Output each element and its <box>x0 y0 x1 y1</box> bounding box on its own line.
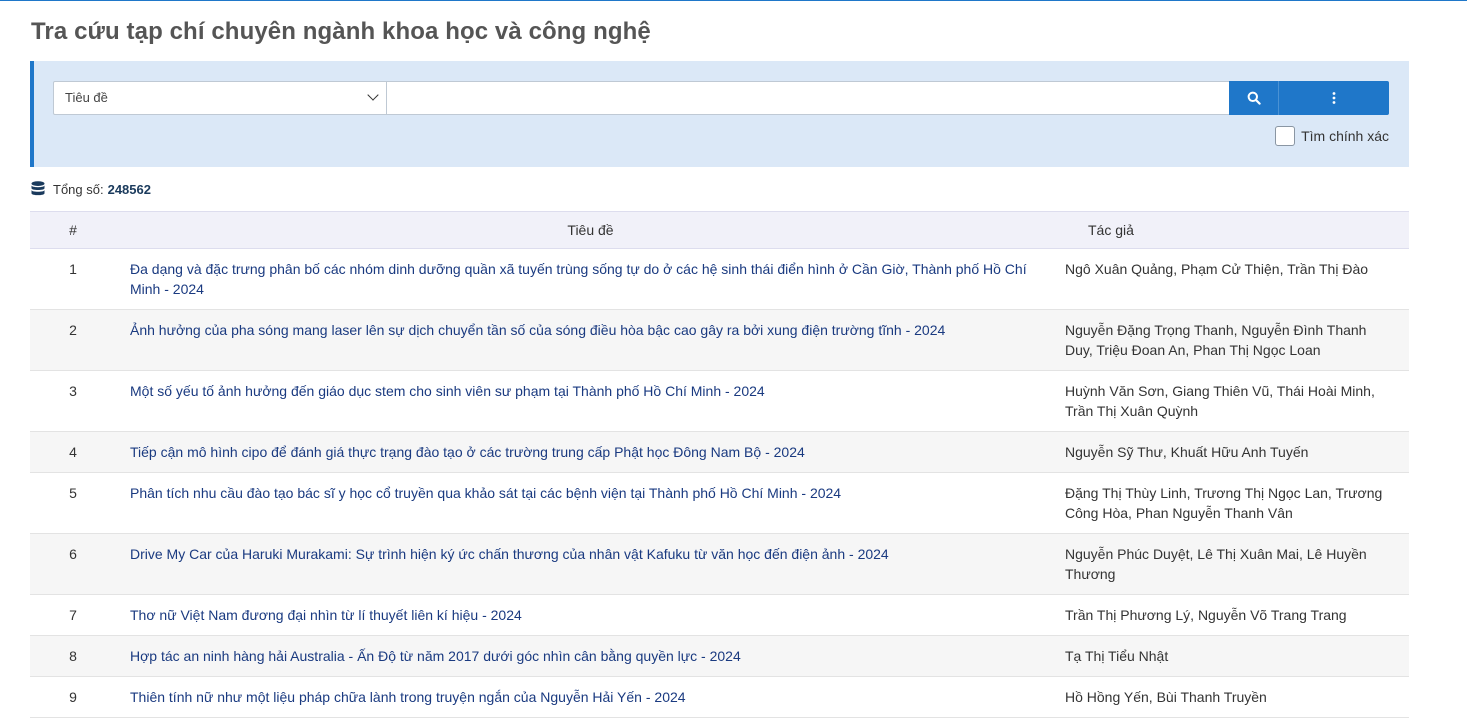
total-count-value: 248562 <box>107 181 151 197</box>
search-panel: Tiêu đề Tìm chính xác <box>30 61 1409 167</box>
search-field-select[interactable]: Tiêu đề <box>53 81 387 115</box>
table-row: 4 Tiếp cận mô hình cipo để đánh giá thực… <box>30 431 1409 473</box>
article-title-link[interactable]: Hợp tác an ninh hàng hải Australia - Ấn … <box>130 648 741 664</box>
row-authors: Nguyễn Sỹ Thư, Khuất Hữu Anh Tuyến <box>1065 431 1409 473</box>
search-input[interactable] <box>386 81 1230 115</box>
table-row: 2 Ảnh hưởng của pha sóng mang laser lên … <box>30 309 1409 371</box>
vertical-ellipsis-icon <box>1332 92 1336 104</box>
table-header-row: # Tiêu đề Tác giả <box>30 211 1409 249</box>
row-number: 6 <box>30 533 116 595</box>
row-number: 1 <box>30 248 116 310</box>
row-number: 5 <box>30 472 116 534</box>
page-title: Tra cứu tạp chí chuyên ngành khoa học và… <box>31 18 651 45</box>
row-authors: Trần Thị Phương Lý, Nguyễn Võ Trang Tran… <box>1065 594 1409 636</box>
exact-search-toggle[interactable]: Tìm chính xác <box>1275 125 1389 147</box>
row-number: 9 <box>30 676 116 718</box>
row-number: 3 <box>30 370 116 432</box>
results-table: # Tiêu đề Tác giả 1 Đa dạng và đặc trưng… <box>30 211 1409 718</box>
table-row: 8 Hợp tác an ninh hàng hải Australia - Ấ… <box>30 635 1409 677</box>
table-row: 6 Drive My Car của Haruki Murakami: Sự t… <box>30 533 1409 595</box>
row-number: 4 <box>30 431 116 473</box>
column-header-title: Tiêu đề <box>116 211 1065 249</box>
exact-search-label: Tìm chính xác <box>1301 128 1389 144</box>
article-title-link[interactable]: Tiếp cận mô hình cipo để đánh giá thực t… <box>130 444 805 460</box>
row-number: 2 <box>30 309 116 371</box>
article-title-link[interactable]: Đa dạng và đặc trưng phân bố các nhóm di… <box>130 261 1027 297</box>
row-authors: Nguyễn Phúc Duyệt, Lê Thị Xuân Mai, Lê H… <box>1065 533 1409 595</box>
search-button[interactable] <box>1229 81 1279 115</box>
total-count: Tổng số: 248562 <box>31 181 151 197</box>
exact-search-checkbox[interactable] <box>1275 126 1296 146</box>
table-row: 9 Thiên tính nữ như một liệu pháp chữa l… <box>30 676 1409 718</box>
table-row: 3 Một số yếu tố ảnh hưởng đến giáo dục s… <box>30 370 1409 432</box>
row-authors: Tạ Thị Tiểu Nhật <box>1065 635 1409 677</box>
article-title-link[interactable]: Thơ nữ Việt Nam đương đại nhìn từ lí thu… <box>130 607 522 623</box>
column-header-authors: Tác giả <box>1065 211 1409 249</box>
search-field-selected-label: Tiêu đề <box>65 90 108 105</box>
table-row: 5 Phân tích nhu cầu đào tạo bác sĩ y học… <box>30 472 1409 534</box>
total-count-label: Tổng số: <box>53 181 104 197</box>
row-authors: Hồ Hồng Yến, Bùi Thanh Truyền <box>1065 676 1409 718</box>
row-number: 7 <box>30 594 116 636</box>
row-authors: Ngô Xuân Quảng, Phạm Cử Thiện, Trần Thị … <box>1065 248 1409 310</box>
row-number: 8 <box>30 635 116 677</box>
chevron-down-icon <box>367 89 379 101</box>
article-title-link[interactable]: Một số yếu tố ảnh hưởng đến giáo dục ste… <box>130 383 765 399</box>
table-row: 7 Thơ nữ Việt Nam đương đại nhìn từ lí t… <box>30 594 1409 636</box>
column-header-number: # <box>30 211 116 249</box>
article-title-link[interactable]: Drive My Car của Haruki Murakami: Sự trì… <box>130 546 889 562</box>
row-authors: Nguyễn Đặng Trọng Thanh, Nguyễn Đình Tha… <box>1065 309 1409 371</box>
article-title-link[interactable]: Phân tích nhu cầu đào tạo bác sĩ y học c… <box>130 485 841 501</box>
table-row: 1 Đa dạng và đặc trưng phân bố các nhóm … <box>30 248 1409 310</box>
article-title-link[interactable]: Ảnh hưởng của pha sóng mang laser lên sự… <box>130 322 945 338</box>
row-authors: Huỳnh Văn Sơn, Giang Thiên Vũ, Thái Hoài… <box>1065 370 1409 432</box>
more-options-button[interactable] <box>1279 81 1389 115</box>
article-title-link[interactable]: Thiên tính nữ như một liệu pháp chữa làn… <box>130 689 686 705</box>
database-icon <box>31 181 45 196</box>
search-icon <box>1247 91 1261 105</box>
row-authors: Đặng Thị Thùy Linh, Trương Thị Ngọc Lan,… <box>1065 472 1409 534</box>
